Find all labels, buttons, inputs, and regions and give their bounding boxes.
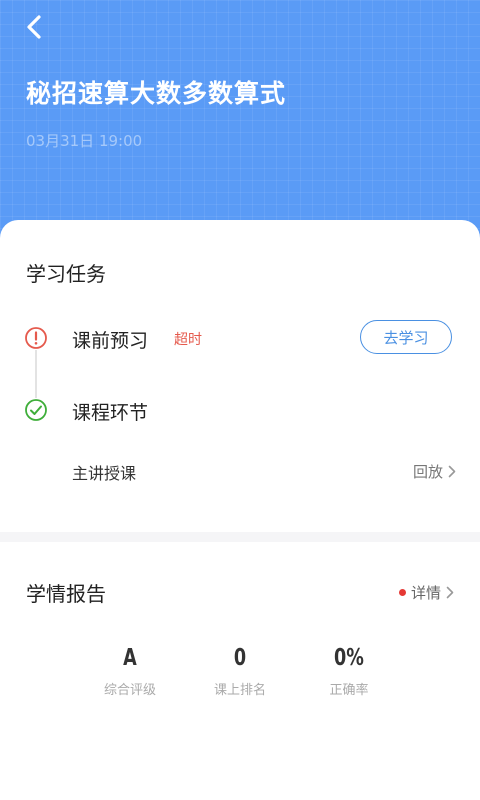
details-label: 详情 [410,584,441,602]
stat-rank-value: 0 [233,645,247,671]
lecture-item[interactable]: 主讲授课 回放 [0,448,480,492]
stat-accuracy: 0% 正确率 [294,645,404,698]
timeline-connector [35,350,37,398]
chevron-left-icon [27,15,41,39]
go-study-button[interactable]: 去学习 [360,320,452,354]
task-preview-label: 课前预习 [72,330,149,352]
details-link[interactable]: 详情 [398,582,454,603]
chevron-right-icon [446,586,454,599]
stat-rating: A 综合评级 [75,645,185,698]
stat-rank-label: 课上排名 [213,683,266,698]
stat-accuracy-label: 正确率 [329,683,369,698]
course-title: 秘招速算大数多数算式 [26,79,287,108]
check-circle-icon [25,399,47,421]
stat-accuracy-value: 0% [334,645,364,671]
section-divider [0,532,480,542]
task-course-label: 课程环节 [72,402,149,424]
back-button[interactable] [18,10,50,44]
alert-circle-icon [25,327,47,349]
chevron-right-icon [448,465,456,478]
study-report-title: 学情报告 [26,582,106,606]
course-time: 03月31日 19:00 [26,132,143,150]
stat-rating-value: A [123,645,137,671]
notification-dot [398,589,406,596]
stat-rating-label: 综合评级 [103,683,156,698]
study-task-title: 学习任务 [26,262,106,286]
course-header: 秘招速算大数多数算式 03月31日 19:00 [0,0,480,250]
lecture-label: 主讲授课 [72,464,137,483]
overtime-badge: 超时 [174,332,202,348]
stat-rank: 0 课上排名 [185,645,295,698]
replay-link[interactable]: 回放 [413,461,456,482]
replay-label: 回放 [412,463,443,481]
